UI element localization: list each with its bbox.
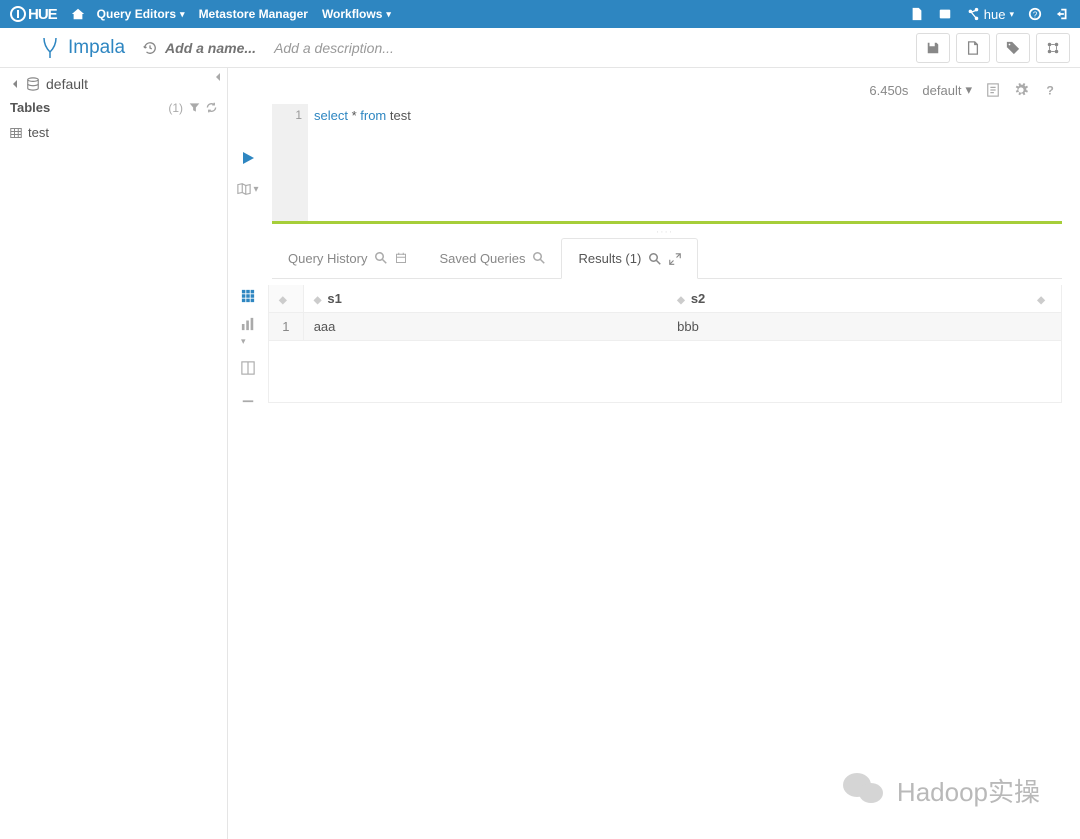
- editor-help-icon[interactable]: ?: [1042, 83, 1056, 97]
- grid-view-icon[interactable]: [241, 289, 255, 303]
- tags-button[interactable]: [996, 33, 1030, 63]
- database-name: default: [46, 76, 88, 92]
- download-icon[interactable]: [241, 389, 255, 403]
- search-icon: [649, 253, 661, 265]
- table-icon: [10, 127, 22, 139]
- main-area: ▾ 6.450s default▾ ? 1 select * from test…: [228, 68, 1080, 839]
- columns-icon[interactable]: [241, 361, 255, 375]
- wechat-icon: [843, 771, 889, 809]
- column-header-s2[interactable]: ◆s2: [667, 285, 1027, 313]
- menu-metastore[interactable]: Metastore Manager: [199, 7, 308, 21]
- app-title: Impala: [68, 37, 125, 59]
- results-table: ◆ ◆s1 ◆s2 ◆ 1 aaa bbb: [268, 285, 1062, 403]
- database-selector[interactable]: default: [10, 76, 217, 92]
- new-button[interactable]: [956, 33, 990, 63]
- home-icon[interactable]: [71, 7, 85, 21]
- menu-query-editors[interactable]: Query Editors▾: [97, 7, 185, 21]
- filter-icon[interactable]: [189, 102, 200, 113]
- chart-view-icon[interactable]: ▾: [241, 317, 255, 347]
- database-icon: [26, 77, 40, 91]
- add-name-input[interactable]: Add a name...: [165, 40, 256, 56]
- top-navbar: HUE Query Editors▾ Metastore Manager Wor…: [0, 0, 1080, 28]
- run-query-button[interactable]: [240, 150, 256, 166]
- calendar-icon: [395, 252, 407, 264]
- settings-button[interactable]: [1036, 33, 1070, 63]
- user-menu[interactable]: hue▾: [966, 7, 1014, 22]
- logout-icon[interactable]: [1056, 7, 1070, 21]
- watermark: Hadoop实操: [843, 771, 1040, 809]
- sql-editor[interactable]: 1 select * from test: [272, 104, 1062, 224]
- menu-workflows[interactable]: Workflows▾: [322, 7, 391, 21]
- help-icon[interactable]: ?: [1028, 7, 1042, 21]
- query-elapsed: 6.450s: [869, 83, 908, 98]
- svg-text:?: ?: [1033, 11, 1038, 20]
- refresh-icon[interactable]: [206, 102, 217, 113]
- new-doc-icon[interactable]: [910, 7, 924, 21]
- impala-icon: [40, 36, 60, 60]
- column-header-rownum[interactable]: ◆: [269, 285, 303, 313]
- table-count: (1): [168, 101, 183, 115]
- column-header-sortend[interactable]: ◆: [1027, 285, 1061, 313]
- search-icon: [375, 252, 387, 264]
- hue-logo[interactable]: HUE: [10, 6, 57, 23]
- collapse-sidebar-icon[interactable]: [213, 72, 223, 82]
- expand-icon[interactable]: [669, 253, 681, 265]
- add-description-input[interactable]: Add a description...: [274, 40, 394, 56]
- database-sidebar: default Tables (1) test: [0, 68, 228, 839]
- docs-icon[interactable]: [938, 7, 952, 21]
- table-item-test[interactable]: test: [10, 123, 217, 142]
- table-name: test: [28, 125, 49, 140]
- app-subheader: Impala Add a name... Add a description..…: [0, 28, 1080, 68]
- gear-icon[interactable]: [1014, 83, 1028, 97]
- save-button[interactable]: [916, 33, 950, 63]
- format-sql-icon[interactable]: [986, 83, 1000, 97]
- database-dropdown[interactable]: default▾: [922, 82, 972, 98]
- history-icon[interactable]: [143, 41, 157, 55]
- search-icon: [533, 252, 545, 264]
- column-header-s1[interactable]: ◆s1: [303, 285, 667, 313]
- tab-query-history[interactable]: Query History: [272, 238, 423, 278]
- tables-label: Tables: [10, 100, 50, 115]
- tab-saved-queries[interactable]: Saved Queries: [423, 238, 561, 278]
- tab-results[interactable]: Results (1): [561, 238, 698, 279]
- table-row[interactable]: 1 aaa bbb: [269, 313, 1061, 341]
- explain-button[interactable]: ▾: [237, 182, 258, 196]
- svg-text:?: ?: [1046, 83, 1053, 97]
- result-tabs: Query History Saved Queries Results (1): [272, 238, 1062, 279]
- resize-handle[interactable]: ∙∙∙∙: [268, 224, 1062, 238]
